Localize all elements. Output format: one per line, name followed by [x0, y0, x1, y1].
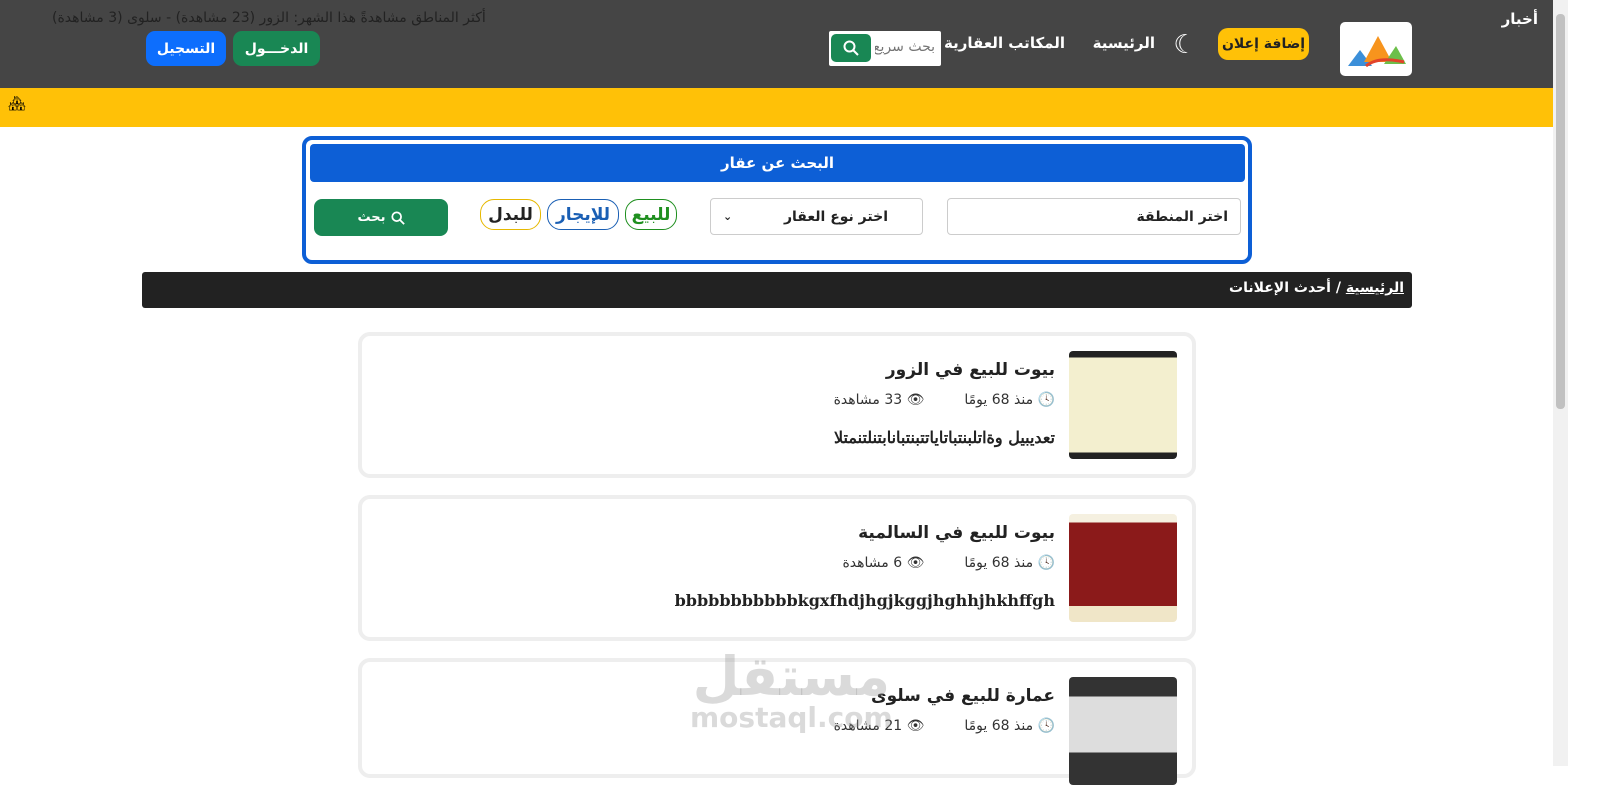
dark-mode-moon-icon[interactable]: ☾ — [1170, 30, 1200, 60]
listing-description: تعديبيل وةاتلبنتباتاياتتبنتبانابتنلتنمتل… — [834, 428, 1055, 447]
login-button[interactable]: الدخـــول — [233, 31, 320, 66]
clock-icon: 🕓 — [1037, 718, 1055, 734]
listing-views: 👁 6 مشاهدة — [842, 555, 924, 571]
listing-image[interactable] — [1069, 514, 1177, 622]
listing-age: 🕓 منذ 68 يومًا — [964, 392, 1055, 408]
scrollbar-thumb[interactable] — [1556, 14, 1565, 409]
chevron-down-icon: ⌄ — [723, 210, 733, 223]
region-select[interactable]: اختر المنطقة — [947, 198, 1241, 235]
filter-rent[interactable]: للإيجار — [547, 199, 619, 230]
watermark: مستقل mostaql.com — [690, 650, 893, 732]
clock-icon: 🕓 — [1037, 392, 1055, 408]
listing-title[interactable]: بيوت للبيع في السالمية — [858, 523, 1055, 543]
house-icon: 🏘 — [8, 96, 26, 112]
listing-age: 🕓 منذ 68 يومًا — [964, 718, 1055, 734]
breadcrumb-separator: / — [1335, 280, 1341, 296]
region-select-label: اختر المنطقة — [1136, 208, 1228, 225]
listing-views-text: 6 مشاهدة — [842, 555, 903, 571]
eye-icon: 👁 — [906, 555, 925, 571]
filter-swap[interactable]: للبدل — [480, 199, 541, 230]
search-button[interactable] — [831, 34, 871, 62]
property-type-select[interactable]: اختر نوع العقار ⌄ — [710, 198, 923, 235]
listing-image[interactable] — [1069, 677, 1177, 785]
listing-description: bbbbbbbbbbbkgxfhdjhgjkggjhghhjhkhffgh — [674, 591, 1055, 610]
listing-age-text: منذ 68 يومًا — [964, 718, 1034, 734]
search-title: البحث عن عقار — [310, 144, 1245, 182]
breadcrumb-home[interactable]: الرئيسية — [1346, 280, 1404, 296]
nav-offices[interactable]: المكاتب العقارية — [944, 34, 1065, 52]
register-button[interactable]: التسجيل — [146, 31, 226, 66]
breadcrumb-current: أحدث الإعلانات — [1229, 280, 1331, 296]
quick-search — [829, 31, 941, 66]
search-icon — [843, 40, 859, 56]
watermark-en: mostaql.com — [690, 701, 893, 734]
filter-sale[interactable]: للبيع — [625, 199, 677, 230]
watermark-ar: مستقل — [692, 645, 891, 708]
listing-views-text: 33 مشاهدة — [833, 392, 903, 408]
listing-age: 🕓 منذ 68 يومًا — [964, 555, 1055, 571]
listing-views: 👁 33 مشاهدة — [834, 392, 925, 408]
eye-icon: 👁 — [906, 392, 925, 408]
listing-age-text: منذ 68 يومًا — [964, 392, 1034, 408]
house-logo-icon — [1348, 36, 1406, 68]
eye-icon: 👁 — [906, 718, 925, 734]
nav-home[interactable]: الرئيسية — [1093, 34, 1155, 52]
listing-title[interactable]: بيوت للبيع في الزور — [886, 360, 1055, 380]
listing-title[interactable]: عمارة للبيع في سلوى — [871, 686, 1055, 706]
news-label: أخبار — [1501, 10, 1538, 28]
search-icon — [390, 210, 405, 225]
search-submit-label: بحث — [357, 210, 386, 225]
clock-icon: 🕓 — [1037, 555, 1055, 571]
listing-card[interactable]: بيوت للبيع في الزور 🕓 منذ 68 يومًا 👁 33 م… — [358, 332, 1196, 478]
news-ticker[interactable]: أكثر المناطق مشاهدةً هذا الشهر: الزور (2… — [52, 10, 486, 26]
breadcrumb: الرئيسية / أحدث الإعلانات — [142, 272, 1412, 308]
property-type-label: اختر نوع العقار — [783, 208, 888, 225]
search-submit-button[interactable]: بحث — [314, 199, 448, 236]
news-bar — [0, 88, 1553, 127]
listing-card[interactable]: بيوت للبيع في السالمية 🕓 منذ 68 يومًا 👁 6… — [358, 495, 1196, 641]
listing-age-text: منذ 68 يومًا — [964, 555, 1034, 571]
logo[interactable] — [1340, 22, 1412, 76]
quick-search-input[interactable] — [875, 39, 935, 55]
listing-image[interactable] — [1069, 351, 1177, 459]
add-ad-button[interactable]: إضافة إعلان — [1218, 28, 1309, 60]
